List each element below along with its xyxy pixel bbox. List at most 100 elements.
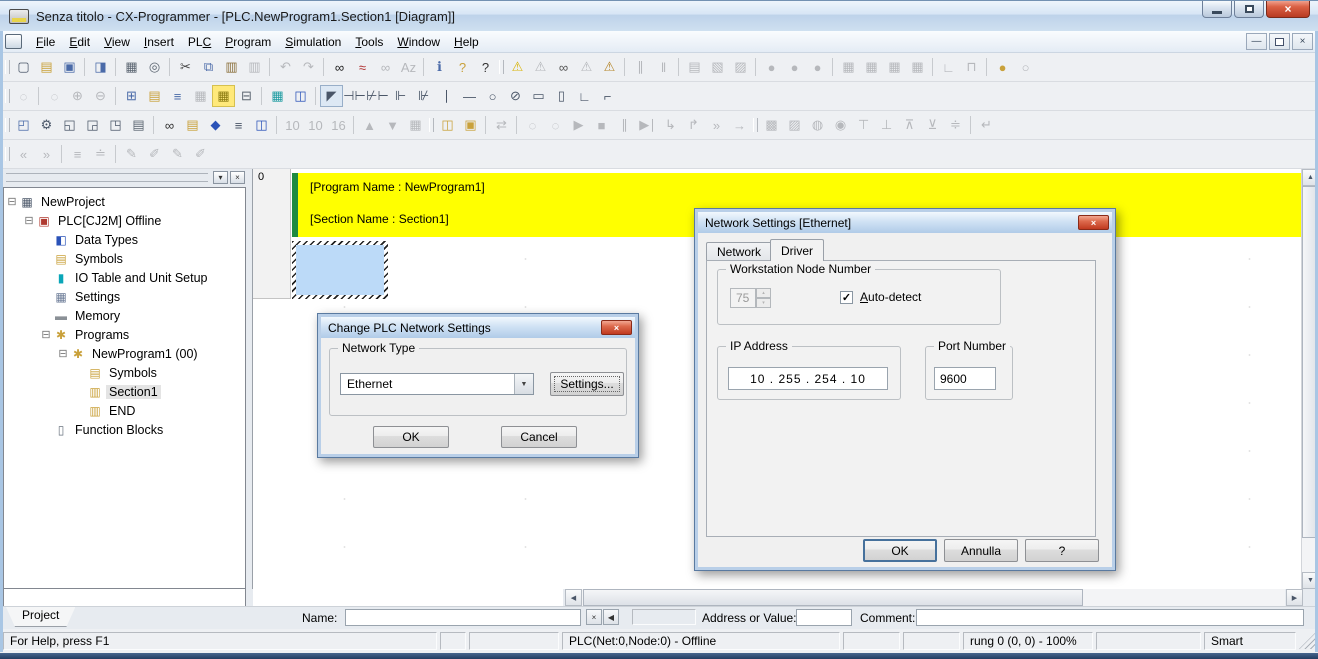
rung-comment-list-icon[interactable]: ≡ — [66, 143, 89, 165]
toggle-bit-icon[interactable]: ⊻ — [921, 114, 944, 136]
undo-icon[interactable]: ↶ — [274, 56, 297, 78]
cross-reference-icon[interactable]: ◳ — [104, 114, 127, 136]
transfer-settings-icon[interactable]: ▧ — [706, 56, 729, 78]
comment-input[interactable] — [916, 609, 1304, 626]
redo-icon[interactable]: ↷ — [297, 56, 320, 78]
minimize-button[interactable] — [1202, 1, 1232, 18]
transfer-symbols-icon[interactable]: ▨ — [729, 56, 752, 78]
copy-icon[interactable]: ⧉ — [197, 56, 220, 78]
sim-step-icon[interactable]: ▶∣ — [636, 114, 659, 136]
delete-line-icon[interactable]: ⌐ — [596, 85, 619, 107]
name-input[interactable] — [345, 609, 581, 626]
selected-cell[interactable] — [292, 241, 388, 299]
coil-nc-icon[interactable]: ⊘ — [504, 85, 527, 107]
dialog-title-bar[interactable]: Change PLC Network Settings × — [321, 317, 635, 338]
diff-down-icon[interactable]: ▨ — [783, 114, 806, 136]
tab-driver[interactable]: Driver — [770, 239, 824, 261]
access-level-3-icon[interactable]: ● — [806, 56, 829, 78]
instruction-icon[interactable]: ▭ — [527, 85, 550, 107]
set-value-down-icon[interactable]: ▼ — [381, 114, 404, 136]
toggle-project-workspace-icon[interactable]: ◰ — [12, 114, 35, 136]
horizontal-line-icon[interactable]: — — [458, 85, 481, 107]
tree-item-newproject[interactable]: ⊟ ▦ NewProject — [4, 192, 245, 211]
tree-expander-icon[interactable]: ⊟ — [6, 195, 18, 208]
print-icon[interactable]: ▦ — [120, 56, 143, 78]
menu-insert[interactable]: Insert — [137, 32, 181, 52]
diff-up-icon[interactable]: ▩ — [760, 114, 783, 136]
info-icon[interactable]: ℹ — [428, 56, 451, 78]
scroll-left-button[interactable]: ◀ — [565, 589, 582, 606]
tree-item-program-symbols[interactable]: ▤ Symbols — [4, 363, 245, 382]
hex-16-icon[interactable]: 16 — [327, 114, 350, 136]
transfer-check-icon[interactable]: ⚠ — [598, 56, 621, 78]
inverted-instruction-icon[interactable]: ▯ — [550, 85, 573, 107]
restore-button[interactable] — [1234, 1, 1264, 18]
tree-item-end[interactable]: ▥ END — [4, 401, 245, 420]
find-warning-icon[interactable]: ∞ — [552, 56, 575, 78]
clock-monitor-icon[interactable]: ▦ — [266, 85, 289, 107]
force-set-icon[interactable]: ◍ — [806, 114, 829, 136]
settings-button[interactable]: Settings... — [550, 372, 624, 396]
tree-item-plc[interactable]: ⊟ ▣ PLC[CJ2M] Offline — [4, 211, 245, 230]
cancel-button[interactable]: Cancel — [501, 426, 577, 448]
tree-item-programs[interactable]: ⊟ ✱ Programs — [4, 325, 245, 344]
force-cancel-icon[interactable]: ⊤ — [852, 114, 875, 136]
spin-down-icon[interactable]: ▾ — [756, 298, 771, 308]
help-icon[interactable]: ? — [451, 56, 474, 78]
properties-icon[interactable]: ▤ — [127, 114, 150, 136]
address-input[interactable] — [796, 609, 852, 626]
memory-view-3-icon[interactable]: ▦ — [883, 56, 906, 78]
or-contact-nc-icon[interactable]: ⊮ — [412, 85, 435, 107]
step-run-icon[interactable]: ∟ — [937, 56, 960, 78]
horizontal-scrollbar[interactable]: ◀ — [565, 589, 1285, 606]
ok-button[interactable]: OK — [863, 539, 937, 562]
edit-comment-icon[interactable]: ✎ — [166, 143, 189, 165]
force-reset-icon[interactable]: ◉ — [829, 114, 852, 136]
menu-view[interactable]: View — [97, 32, 137, 52]
pane-grip[interactable] — [6, 173, 208, 182]
compile-icon[interactable]: ⚠ — [506, 56, 529, 78]
vertical-line-icon[interactable]: ∣ — [435, 85, 458, 107]
reset-bit-icon[interactable]: ⊼ — [898, 114, 921, 136]
auto-detect-checkbox[interactable]: ✓ — [840, 290, 853, 304]
contact-no-icon[interactable]: ⊣⊢ — [343, 85, 366, 107]
contact-nc-icon[interactable]: ⊬⊢ — [366, 85, 389, 107]
tab-network[interactable]: Network — [706, 242, 773, 261]
tree-item-function-blocks[interactable]: ▯ Function Blocks — [4, 420, 245, 439]
work-online-simulator-icon[interactable]: ▣ — [459, 114, 482, 136]
save-icon[interactable]: ▣ — [58, 56, 81, 78]
update-online-icon[interactable]: ≑ — [944, 114, 967, 136]
io-monitor-icon[interactable]: ▦ — [189, 85, 212, 107]
cancel-button[interactable]: Annulla — [944, 539, 1018, 562]
sim-run-icon[interactable]: ▶ — [567, 114, 590, 136]
menu-plc[interactable]: PLC — [181, 32, 218, 52]
set-bit-icon[interactable]: ⊥ — [875, 114, 898, 136]
select-tool-icon[interactable]: ◤ — [320, 85, 343, 107]
dialog-close-button[interactable]: × — [601, 320, 632, 335]
sim-stop-icon[interactable]: ■ — [590, 114, 613, 136]
zoom-region-icon[interactable]: ◌ — [43, 85, 66, 107]
port-number-input[interactable]: 9600 — [934, 367, 996, 390]
network-type-select[interactable]: Ethernet ▼ — [340, 373, 534, 395]
menu-help[interactable]: Help — [447, 32, 486, 52]
scroll-right-button[interactable]: ▶ — [1286, 589, 1303, 606]
memory-view-1-icon[interactable]: ▦ — [837, 56, 860, 78]
memory-view-2-icon[interactable]: ▦ — [860, 56, 883, 78]
tree-item-newprogram1[interactable]: ⊟ ✱ NewProgram1 (00) — [4, 344, 245, 363]
io-comment-icon[interactable]: ▤ — [181, 114, 204, 136]
sim-step-over-icon[interactable]: ↱ — [682, 114, 705, 136]
watch-close-button[interactable]: × — [586, 609, 602, 625]
paste-icon[interactable]: ▥ — [220, 56, 243, 78]
transfer-program-icon[interactable]: ▤ — [683, 56, 706, 78]
tree-item-settings[interactable]: ▦ Settings — [4, 287, 245, 306]
pane-close-button[interactable]: × — [230, 171, 245, 184]
watch-back-button[interactable]: ◀ — [603, 609, 619, 625]
pane-menu-button[interactable]: ▾ — [213, 171, 228, 184]
tree-item-io-table[interactable]: ▮ IO Table and Unit Setup — [4, 268, 245, 287]
print-preview-icon[interactable]: ◎ — [143, 56, 166, 78]
horizontal-scroll-thumb[interactable] — [583, 589, 1083, 606]
previous-rung-icon[interactable]: « — [12, 143, 35, 165]
menu-tools[interactable]: Tools — [348, 32, 390, 52]
document-search-icon[interactable]: ◨ — [89, 56, 112, 78]
menu-file[interactable]: File — [29, 32, 62, 52]
